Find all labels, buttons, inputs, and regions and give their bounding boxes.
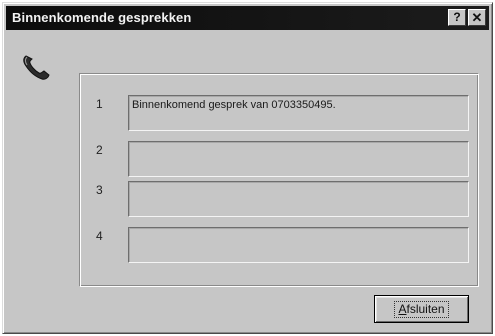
afsluiten-button[interactable]: Afsluiten <box>374 295 469 323</box>
call-number-3: 3 <box>96 183 103 197</box>
title-bar[interactable]: Binnenkomende gesprekken ? ✕ <box>6 6 489 30</box>
close-icon: ✕ <box>471 10 483 25</box>
telephone-handset-icon <box>23 55 50 80</box>
help-button[interactable]: ? <box>448 9 466 26</box>
call-field-4 <box>128 227 469 263</box>
close-window-button[interactable]: ✕ <box>468 9 486 26</box>
call-field-2 <box>128 141 469 177</box>
call-field-1: Binnenkomend gesprek van 0703350495. <box>128 95 469 131</box>
afsluiten-label-rest: fsluiten <box>406 302 445 316</box>
call-field-3 <box>128 181 469 217</box>
call-number-1: 1 <box>96 97 103 111</box>
afsluiten-label: Afsluiten <box>394 301 449 318</box>
call-number-4: 4 <box>96 229 103 243</box>
call-number-2: 2 <box>96 143 103 157</box>
window-title: Binnenkomende gesprekken <box>12 10 192 25</box>
help-icon: ? <box>453 10 461 24</box>
